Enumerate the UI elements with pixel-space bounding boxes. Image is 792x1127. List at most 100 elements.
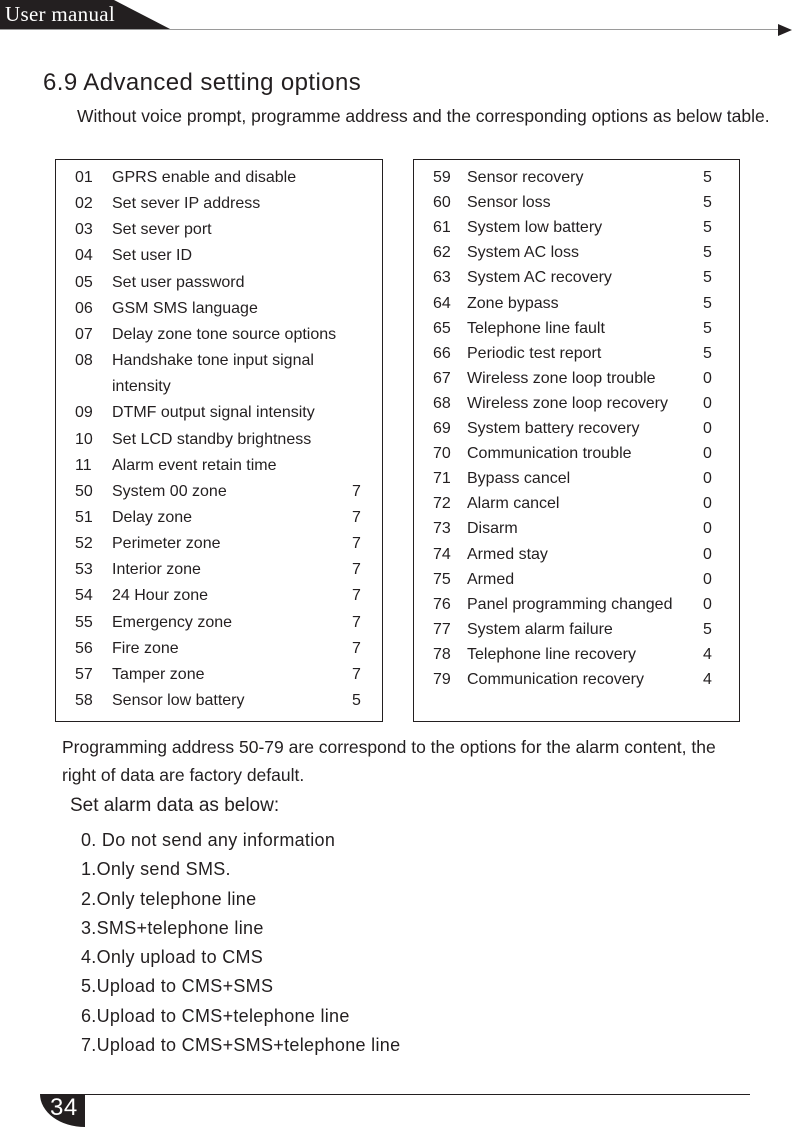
default-value: 7 [352,665,361,683]
address-number: 62 [433,244,451,262]
default-value: 0 [703,394,712,412]
table-row: 75 Armed 0 [433,569,733,591]
table-row: 63 System AC recovery 5 [433,267,733,289]
address-number: 01 [75,169,93,186]
address-number: 05 [75,273,93,291]
table-row: 74 Armed stay 0 [433,544,733,566]
alarm-option: 2.Only telephone line [81,888,257,909]
table-row: 06 GSM SMS language [75,298,375,320]
table-row: 01 GPRS enable and disable [75,167,375,189]
alarm-option: 6.Upload to CMS+telephone line [81,1005,350,1026]
table-note: Programming address 50-79 are correspond… [62,737,716,785]
address-number: 55 [75,613,93,631]
option-label: Handshake tone input signal [112,352,314,370]
default-value: 4 [703,671,712,688]
table-row: 76 Panel programming changed 0 [433,594,733,616]
default-value: 0 [703,595,712,613]
option-label: System low battery [467,219,603,237]
default-value: 7 [352,561,361,579]
address-number: 63 [433,269,451,287]
arrow-right-icon [778,24,792,36]
option-label: System AC recovery [467,269,612,287]
table-row: 70 Communication trouble 0 [433,443,733,465]
option-label: Set user password [112,273,245,291]
footer-divider [85,1094,750,1095]
address-number: 71 [433,470,451,488]
alarm-option: 5.Upload to CMS+SMS [81,976,274,997]
table-row: 53 Interior zone 7 [75,559,375,581]
option-label: Delay zone tone source options [112,325,337,343]
address-number: 74 [433,545,451,563]
default-value: 5 [703,269,712,287]
address-number: 54 [75,587,93,605]
address-number: 07 [75,325,93,343]
alarm-option: 4.Only upload to CMS [81,947,264,968]
address-number: 58 [75,692,93,709]
default-value: 0 [703,470,712,488]
option-label: GSM SMS language [112,299,258,317]
default-value: 0 [703,445,712,463]
address-number: 78 [433,645,451,663]
option-label: System AC loss [467,244,580,262]
default-value: 0 [703,570,712,588]
address-number: 57 [75,665,93,683]
option-label: Wireless zone loop recovery [467,394,668,412]
default-value: 5 [703,169,712,186]
table-row: 78 Telephone line recovery 4 [433,644,733,666]
table-row: 50 System 00 zone 7 [75,481,375,503]
address-number: 50 [75,482,93,500]
default-value: 7 [352,613,361,631]
table-row: 10 Set LCD standby brightness [75,429,375,451]
address-number: 73 [433,520,451,538]
address-number: 51 [75,508,93,526]
option-label: Alarm cancel [467,495,560,513]
option-label: Delay zone [112,508,193,526]
address-number: 03 [75,221,93,239]
table-row: 64 Zone bypass 5 [433,293,733,315]
header-divider [0,29,780,30]
option-label: GPRS enable and disable [112,169,297,186]
alarm-option: 7.Upload to CMS+SMS+telephone line [81,1035,401,1056]
section-title: 6.9 Advanced setting options [43,69,362,96]
default-value: 5 [703,344,712,362]
option-label: System alarm failure [467,620,613,638]
table-row: 07 Delay zone tone source options [75,324,375,346]
table-row: 04 Set user ID [75,245,375,267]
table-row: 57 Tamper zone 7 [75,664,375,686]
default-value: 5 [703,294,712,312]
address-number: 67 [433,369,451,387]
default-value: 4 [703,645,712,663]
option-label: Set sever port [112,221,212,239]
option-label: System battery recovery [467,420,640,437]
table-row: 59 Sensor recovery 5 [433,167,733,189]
address-number: 52 [75,535,93,553]
table-row: 58 Sensor low battery 5 [75,690,375,712]
address-number: 04 [75,247,93,265]
alarm-option: 3.SMS+telephone line [81,917,264,938]
option-label: Set LCD standby brightness [112,430,312,448]
address-number: 60 [433,194,451,212]
option-label: Wireless zone loop trouble [467,369,656,387]
manual-title: User manual [5,2,116,26]
address-number: 09 [75,404,93,422]
option-label: Set sever IP address [112,195,261,213]
table-row: 08 Handshake tone input signal [75,350,375,372]
address-number: 69 [433,420,451,437]
option-label: Sensor loss [467,194,551,212]
page-number: 34 [50,1094,78,1121]
option-label: intensity [112,378,171,396]
option-label: Bypass cancel [467,470,571,488]
table-row: 54 24 Hour zone 7 [75,585,375,607]
table-row: 79 Communication recovery 4 [433,669,733,691]
table-row: 62 System AC loss 5 [433,242,733,264]
table-row: 61 System low battery 5 [433,217,733,239]
address-number: 59 [433,169,451,186]
option-label: Communication recovery [467,671,644,688]
default-value: 5 [703,244,712,262]
table-row: 11 Alarm event retain time [75,455,375,477]
alarm-data-heading: Set alarm data as below: [70,795,280,816]
default-value: 5 [703,194,712,212]
address-number: 66 [433,344,451,362]
table-row: 56 Fire zone 7 [75,638,375,660]
address-number: 77 [433,620,451,638]
